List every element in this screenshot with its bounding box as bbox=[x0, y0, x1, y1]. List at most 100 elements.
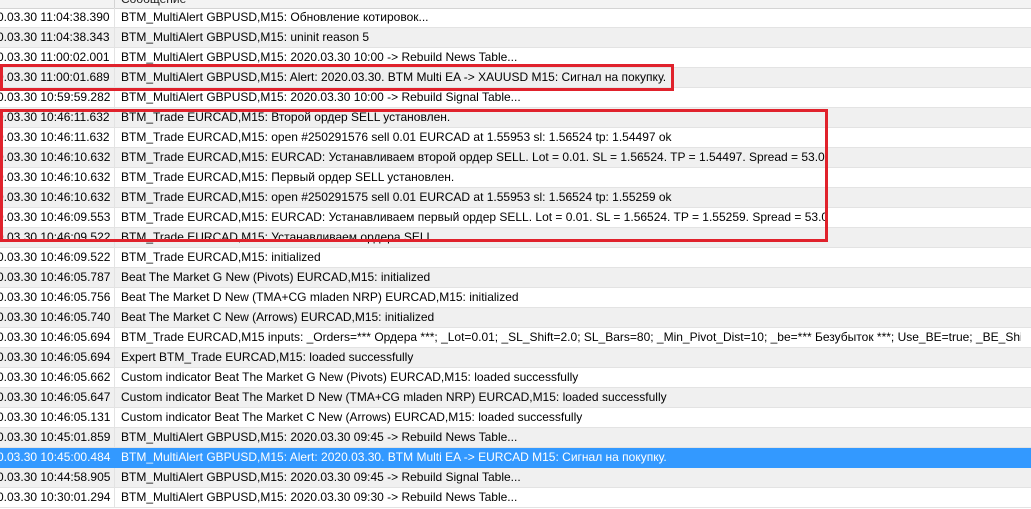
row-time: 0.03.30 10:46:05.787 bbox=[0, 270, 111, 284]
column-separator[interactable] bbox=[114, 0, 115, 8]
log-row[interactable]: 0.03.30 10:46:05.694 Expert BTM_Trade EUR… bbox=[0, 348, 1031, 368]
row-time: 0.03.30 10:46:10.632 bbox=[0, 190, 111, 204]
row-separator bbox=[114, 128, 115, 148]
row-separator bbox=[114, 68, 115, 88]
row-message: Custom indicator Beat The Market D New (… bbox=[121, 390, 667, 404]
row-time: 0.03.30 10:59:59.282 bbox=[0, 90, 111, 104]
row-message: Expert BTM_Trade EURCAD,M15: loaded succ… bbox=[121, 350, 414, 364]
row-time: 0.03.30 10:46:10.632 bbox=[0, 170, 111, 184]
row-message: BTM_Trade EURCAD,M15: Устанавливаем орде… bbox=[121, 230, 434, 244]
log-row[interactable]: 0.03.30 10:46:09.522 BTM_Trade EURCAD,M15… bbox=[0, 228, 1031, 248]
row-message: BTM_MultiAlert GBPUSD,M15: Обновление ко… bbox=[121, 10, 429, 24]
row-time: 0.03.30 11:00:02.001 bbox=[0, 50, 110, 64]
log-row[interactable]: 0.03.30 10:46:10.632 BTM_Trade EURCAD,M15… bbox=[0, 148, 1031, 168]
log-row[interactable]: 0.03.30 10:46:05.740 Beat The Market C Ne… bbox=[0, 308, 1031, 328]
row-message: BTM_Trade EURCAD,M15: initialized bbox=[121, 250, 321, 264]
row-message: Beat The Market C New (Arrows) EURCAD,M1… bbox=[121, 310, 435, 324]
row-message: BTM_MultiAlert GBPUSD,M15: 2020.03.30 09… bbox=[121, 490, 518, 504]
log-row[interactable]: 0.03.30 10:46:09.553 BTM_Trade EURCAD,M15… bbox=[0, 208, 1031, 228]
row-separator bbox=[114, 328, 115, 348]
log-row[interactable]: 0.03.30 11:00:01.689 BTM_MultiAlert GBPUS… bbox=[0, 68, 1031, 88]
message-column-header[interactable]: Сообщение bbox=[121, 0, 186, 8]
row-message: BTM_Trade EURCAD,M15: open #250291576 se… bbox=[121, 130, 672, 144]
log-row[interactable]: 0.03.30 10:46:05.787 Beat The Market G Ne… bbox=[0, 268, 1031, 288]
row-message: BTM_MultiAlert GBPUSD,M15: 2020.03.30 10… bbox=[121, 90, 521, 104]
log-row[interactable]: 0.03.30 10:44:58.905 BTM_MultiAlert GBPUS… bbox=[0, 468, 1031, 488]
log-row[interactable]: 0.03.30 10:46:11.632 BTM_Trade EURCAD,M15… bbox=[0, 128, 1031, 148]
row-time: 0.03.30 10:44:58.905 bbox=[0, 470, 111, 484]
row-message: BTM_MultiAlert GBPUSD,M15: Alert: 2020.0… bbox=[121, 450, 667, 464]
log-row[interactable]: 0.03.30 10:46:05.647 Custom indicator Bea… bbox=[0, 388, 1031, 408]
row-message: BTM_MultiAlert GBPUSD,M15: 2020.03.30 09… bbox=[121, 470, 521, 484]
row-message: BTM_Trade EURCAD,M15 inputs: _Orders=***… bbox=[121, 330, 1021, 344]
log-row[interactable]: 0.03.30 11:00:02.001 BTM_MultiAlert GBPUS… bbox=[0, 48, 1031, 68]
row-separator bbox=[114, 288, 115, 308]
row-message: BTM_MultiAlert GBPUSD,M15: Alert: 2020.0… bbox=[121, 70, 667, 84]
row-time: 0.03.30 10:46:05.694 bbox=[0, 330, 111, 344]
row-time: 0.03.30 10:45:01.859 bbox=[0, 430, 111, 444]
row-message: Beat The Market G New (Pivots) EURCAD,M1… bbox=[121, 270, 431, 284]
row-time: 0.03.30 10:46:05.756 bbox=[0, 290, 111, 304]
row-time: 0.03.30 10:46:05.131 bbox=[0, 410, 111, 424]
log-row[interactable]: 0.03.30 11:04:38.343 BTM_MultiAlert GBPUS… bbox=[0, 28, 1031, 48]
row-time: 0.03.30 10:46:09.553 bbox=[0, 210, 111, 224]
log-row[interactable]: 0.03.30 10:46:10.632 BTM_Trade EURCAD,M15… bbox=[0, 188, 1031, 208]
row-separator bbox=[114, 28, 115, 48]
row-time: 0.03.30 10:30:01.294 bbox=[0, 490, 111, 504]
row-separator bbox=[114, 488, 115, 508]
row-separator bbox=[114, 368, 115, 388]
row-time: 0.03.30 10:46:09.522 bbox=[0, 230, 111, 244]
row-separator bbox=[114, 208, 115, 228]
row-time: 0.03.30 10:46:10.632 bbox=[0, 150, 111, 164]
row-message: BTM_MultiAlert GBPUSD,M15: 2020.03.30 09… bbox=[121, 430, 518, 444]
log-row-selected[interactable]: 0.03.30 10:45:00.484 BTM_MultiAlert GBPUS… bbox=[0, 448, 1031, 468]
row-time: 0.03.30 10:45:00.484 bbox=[0, 450, 111, 464]
row-time: 0.03.30 11:04:38.343 bbox=[0, 30, 110, 44]
row-message: Custom indicator Beat The Market G New (… bbox=[121, 370, 579, 384]
log-row[interactable]: 0.03.30 10:46:05.756 Beat The Market D Ne… bbox=[0, 288, 1031, 308]
row-message: BTM_MultiAlert GBPUSD,M15: 2020.03.30 10… bbox=[121, 50, 518, 64]
row-separator bbox=[114, 408, 115, 428]
row-separator bbox=[114, 48, 115, 68]
row-time: 0.03.30 11:00:01.689 bbox=[0, 70, 110, 84]
row-time: 0.03.30 10:46:05.647 bbox=[0, 390, 111, 404]
row-time: 0.03.30 10:46:05.662 bbox=[0, 370, 111, 384]
row-message: Custom indicator Beat The Market C New (… bbox=[121, 410, 583, 424]
log-row[interactable]: 0.03.30 10:46:05.694 BTM_Trade EURCAD,M15… bbox=[0, 328, 1031, 348]
log-row[interactable]: 0.03.30 10:45:01.859 BTM_MultiAlert GBPUS… bbox=[0, 428, 1031, 448]
row-separator bbox=[114, 468, 115, 488]
row-message: Beat The Market D New (TMA+CG mladen NRP… bbox=[121, 290, 519, 304]
row-separator bbox=[114, 168, 115, 188]
row-separator bbox=[114, 248, 115, 268]
row-separator bbox=[114, 108, 115, 128]
row-message: BTM_MultiAlert GBPUSD,M15: uninit reason… bbox=[121, 30, 370, 44]
log-row[interactable]: 0.03.30 10:30:01.294 BTM_MultiAlert GBPUS… bbox=[0, 488, 1031, 508]
row-message: BTM_Trade EURCAD,M15: EURCAD: Устанавлив… bbox=[121, 210, 829, 224]
row-separator bbox=[114, 428, 115, 448]
row-message: BTM_Trade EURCAD,M15: EURCAD: Устанавлив… bbox=[121, 150, 825, 164]
row-time: 0.03.30 10:46:05.740 bbox=[0, 310, 111, 324]
row-message: BTM_Trade EURCAD,M15: Второй ордер SELL … bbox=[121, 110, 451, 124]
row-message: BTM_Trade EURCAD,M15: Первый ордер SELL … bbox=[121, 170, 455, 184]
row-separator bbox=[114, 388, 115, 408]
log-row[interactable]: 0.03.30 10:46:09.522 BTM_Trade EURCAD,M15… bbox=[0, 248, 1031, 268]
log-row[interactable]: 0.03.30 10:46:11.632 BTM_Trade EURCAD,M15… bbox=[0, 108, 1031, 128]
log-row[interactable]: 0.03.30 10:46:05.131 Custom indicator Bea… bbox=[0, 408, 1031, 428]
row-separator bbox=[114, 448, 115, 468]
log-row[interactable]: 0.03.30 10:59:59.282 BTM_MultiAlert GBPUS… bbox=[0, 88, 1031, 108]
row-time: 0.03.30 10:46:09.522 bbox=[0, 250, 111, 264]
row-separator bbox=[114, 8, 115, 28]
row-separator bbox=[114, 188, 115, 208]
log-row[interactable]: 0.03.30 10:46:05.662 Custom indicator Bea… bbox=[0, 368, 1031, 388]
row-time: 0.03.30 10:46:11.632 bbox=[0, 130, 110, 144]
row-separator bbox=[114, 228, 115, 248]
log-row[interactable]: 0.03.30 11:04:38.390 BTM_MultiAlert GBPUS… bbox=[0, 8, 1031, 28]
row-time: 0.03.30 10:46:05.694 bbox=[0, 350, 111, 364]
row-separator bbox=[114, 268, 115, 288]
journal-log: Сообщение 0.03.30 11:04:38.390 BTM_MultiA… bbox=[0, 0, 1031, 509]
row-message: BTM_Trade EURCAD,M15: open #250291575 se… bbox=[121, 190, 672, 204]
log-row[interactable]: 0.03.30 10:46:10.632 BTM_Trade EURCAD,M15… bbox=[0, 168, 1031, 188]
row-separator bbox=[114, 308, 115, 328]
log-rows: 0.03.30 11:04:38.390 BTM_MultiAlert GBPUS… bbox=[0, 8, 1031, 508]
row-time: 0.03.30 10:46:11.632 bbox=[0, 110, 110, 124]
